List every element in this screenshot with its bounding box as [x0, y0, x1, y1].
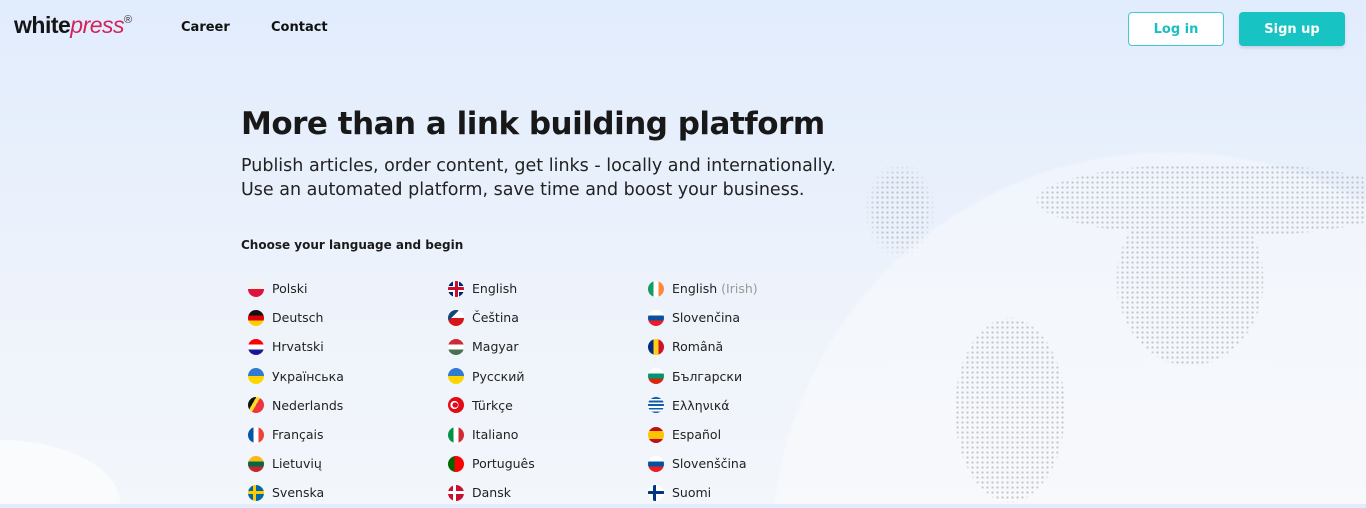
top-nav: whitepress® Career Contact Log in Sign u…	[0, 0, 1366, 58]
flag-es-icon	[648, 426, 664, 443]
language-link-gr[interactable]: Ελληνικά	[648, 391, 848, 420]
signup-button[interactable]: Sign up	[1239, 12, 1345, 46]
language-label: English	[472, 281, 518, 297]
language-link-dk[interactable]: Dansk	[448, 478, 648, 507]
flag-hu-icon	[448, 338, 464, 355]
language-label: Suomi	[672, 485, 712, 501]
flag-pl-icon	[248, 280, 264, 297]
language-link-ie[interactable]: English (Irish)	[648, 274, 848, 303]
language-label: Slovenščina	[672, 456, 747, 472]
language-list: Polski English English (Irish) Deutsch Češtin…	[248, 274, 848, 508]
language-label: Română	[672, 339, 724, 355]
language-label: Italiano	[472, 427, 519, 443]
language-label: Türkçe	[472, 397, 513, 413]
flag-ua-icon	[448, 368, 464, 385]
language-link-se[interactable]: Svenska	[248, 478, 448, 507]
language-link-pl[interactable]: Polski	[248, 274, 448, 303]
flag-fi-icon	[648, 484, 664, 501]
language-link-si[interactable]: Slovenščina	[648, 449, 848, 478]
flag-fr-icon	[248, 426, 264, 443]
language-note: (Irish)	[721, 281, 758, 297]
language-link-es[interactable]: Español	[648, 420, 848, 449]
registered-mark: ®	[124, 14, 132, 26]
language-label: Nederlands	[272, 397, 344, 413]
language-link-bg[interactable]: Български	[648, 362, 848, 391]
logo-accent: press	[70, 12, 125, 38]
language-link-gb[interactable]: English	[448, 274, 648, 303]
language-link-it[interactable]: Italiano	[448, 420, 648, 449]
language-label: Русский	[472, 368, 525, 384]
language-label: Dansk	[472, 485, 511, 501]
flag-be-icon	[248, 397, 264, 414]
flag-bg-icon	[648, 368, 664, 385]
flag-de-icon	[248, 309, 264, 326]
whitepress-logo[interactable]: whitepress®	[14, 12, 132, 39]
language-link-pt[interactable]: Português	[448, 449, 648, 478]
language-link-tr[interactable]: Türkçe	[448, 391, 648, 420]
language-label: Polski	[272, 281, 308, 297]
language-label: Español	[672, 427, 722, 443]
flag-pt-icon	[448, 455, 464, 472]
flag-gb-icon	[448, 280, 464, 297]
language-label: Български	[672, 368, 743, 384]
flag-ua-icon	[248, 368, 264, 385]
login-button[interactable]: Log in	[1128, 12, 1224, 46]
choose-language-label: Choose your language and begin	[241, 238, 464, 252]
language-link-de[interactable]: Deutsch	[248, 303, 448, 332]
page-title: More than a link building platform	[241, 106, 825, 142]
decorative-circle	[0, 440, 120, 504]
language-link-lt[interactable]: Lietuvių	[248, 449, 448, 478]
language-label: Ελληνικά	[672, 397, 730, 413]
flag-sk-icon	[648, 309, 664, 326]
nav-career[interactable]: Career	[181, 20, 230, 35]
language-label: Čeština	[472, 310, 519, 326]
flag-lt-icon	[248, 455, 264, 472]
flag-cz-icon	[448, 309, 464, 326]
flag-se-icon	[248, 484, 264, 501]
language-label: Deutsch	[272, 310, 324, 326]
language-link-ua[interactable]: Українська	[248, 362, 448, 391]
language-label: Svenska	[272, 485, 325, 501]
language-link-hu[interactable]: Magyar	[448, 332, 648, 361]
language-label: Português	[472, 456, 535, 472]
language-label: Lietuvių	[272, 456, 322, 472]
language-link-sk[interactable]: Slovenčina	[648, 303, 848, 332]
dotted-world-map	[770, 150, 1366, 504]
hero-subtitle: Publish articles, order content, get lin…	[241, 156, 836, 200]
language-link-hr[interactable]: Hrvatski	[248, 332, 448, 361]
language-link-fr[interactable]: Français	[248, 420, 448, 449]
flag-si-icon	[648, 455, 664, 472]
language-link-ro[interactable]: Română	[648, 332, 848, 361]
language-link-fi[interactable]: Suomi	[648, 478, 848, 507]
language-label: English	[672, 281, 718, 297]
nav-contact[interactable]: Contact	[271, 20, 328, 35]
language-label: Українська	[272, 368, 344, 384]
flag-hr-icon	[248, 338, 264, 355]
flag-dk-icon	[448, 484, 464, 501]
language-link-ua[interactable]: Русский	[448, 362, 648, 391]
language-link-cz[interactable]: Čeština	[448, 303, 648, 332]
language-label: Magyar	[472, 339, 519, 355]
flag-ie-icon	[648, 280, 664, 297]
language-link-be[interactable]: Nederlands	[248, 391, 448, 420]
language-label: Français	[272, 427, 324, 443]
flag-it-icon	[448, 426, 464, 443]
language-label: Slovenčina	[672, 310, 740, 326]
logo-text: white	[14, 12, 71, 38]
flag-gr-icon	[648, 397, 664, 414]
flag-ro-icon	[648, 338, 664, 355]
language-label: Hrvatski	[272, 339, 324, 355]
flag-tr-icon	[448, 397, 464, 414]
